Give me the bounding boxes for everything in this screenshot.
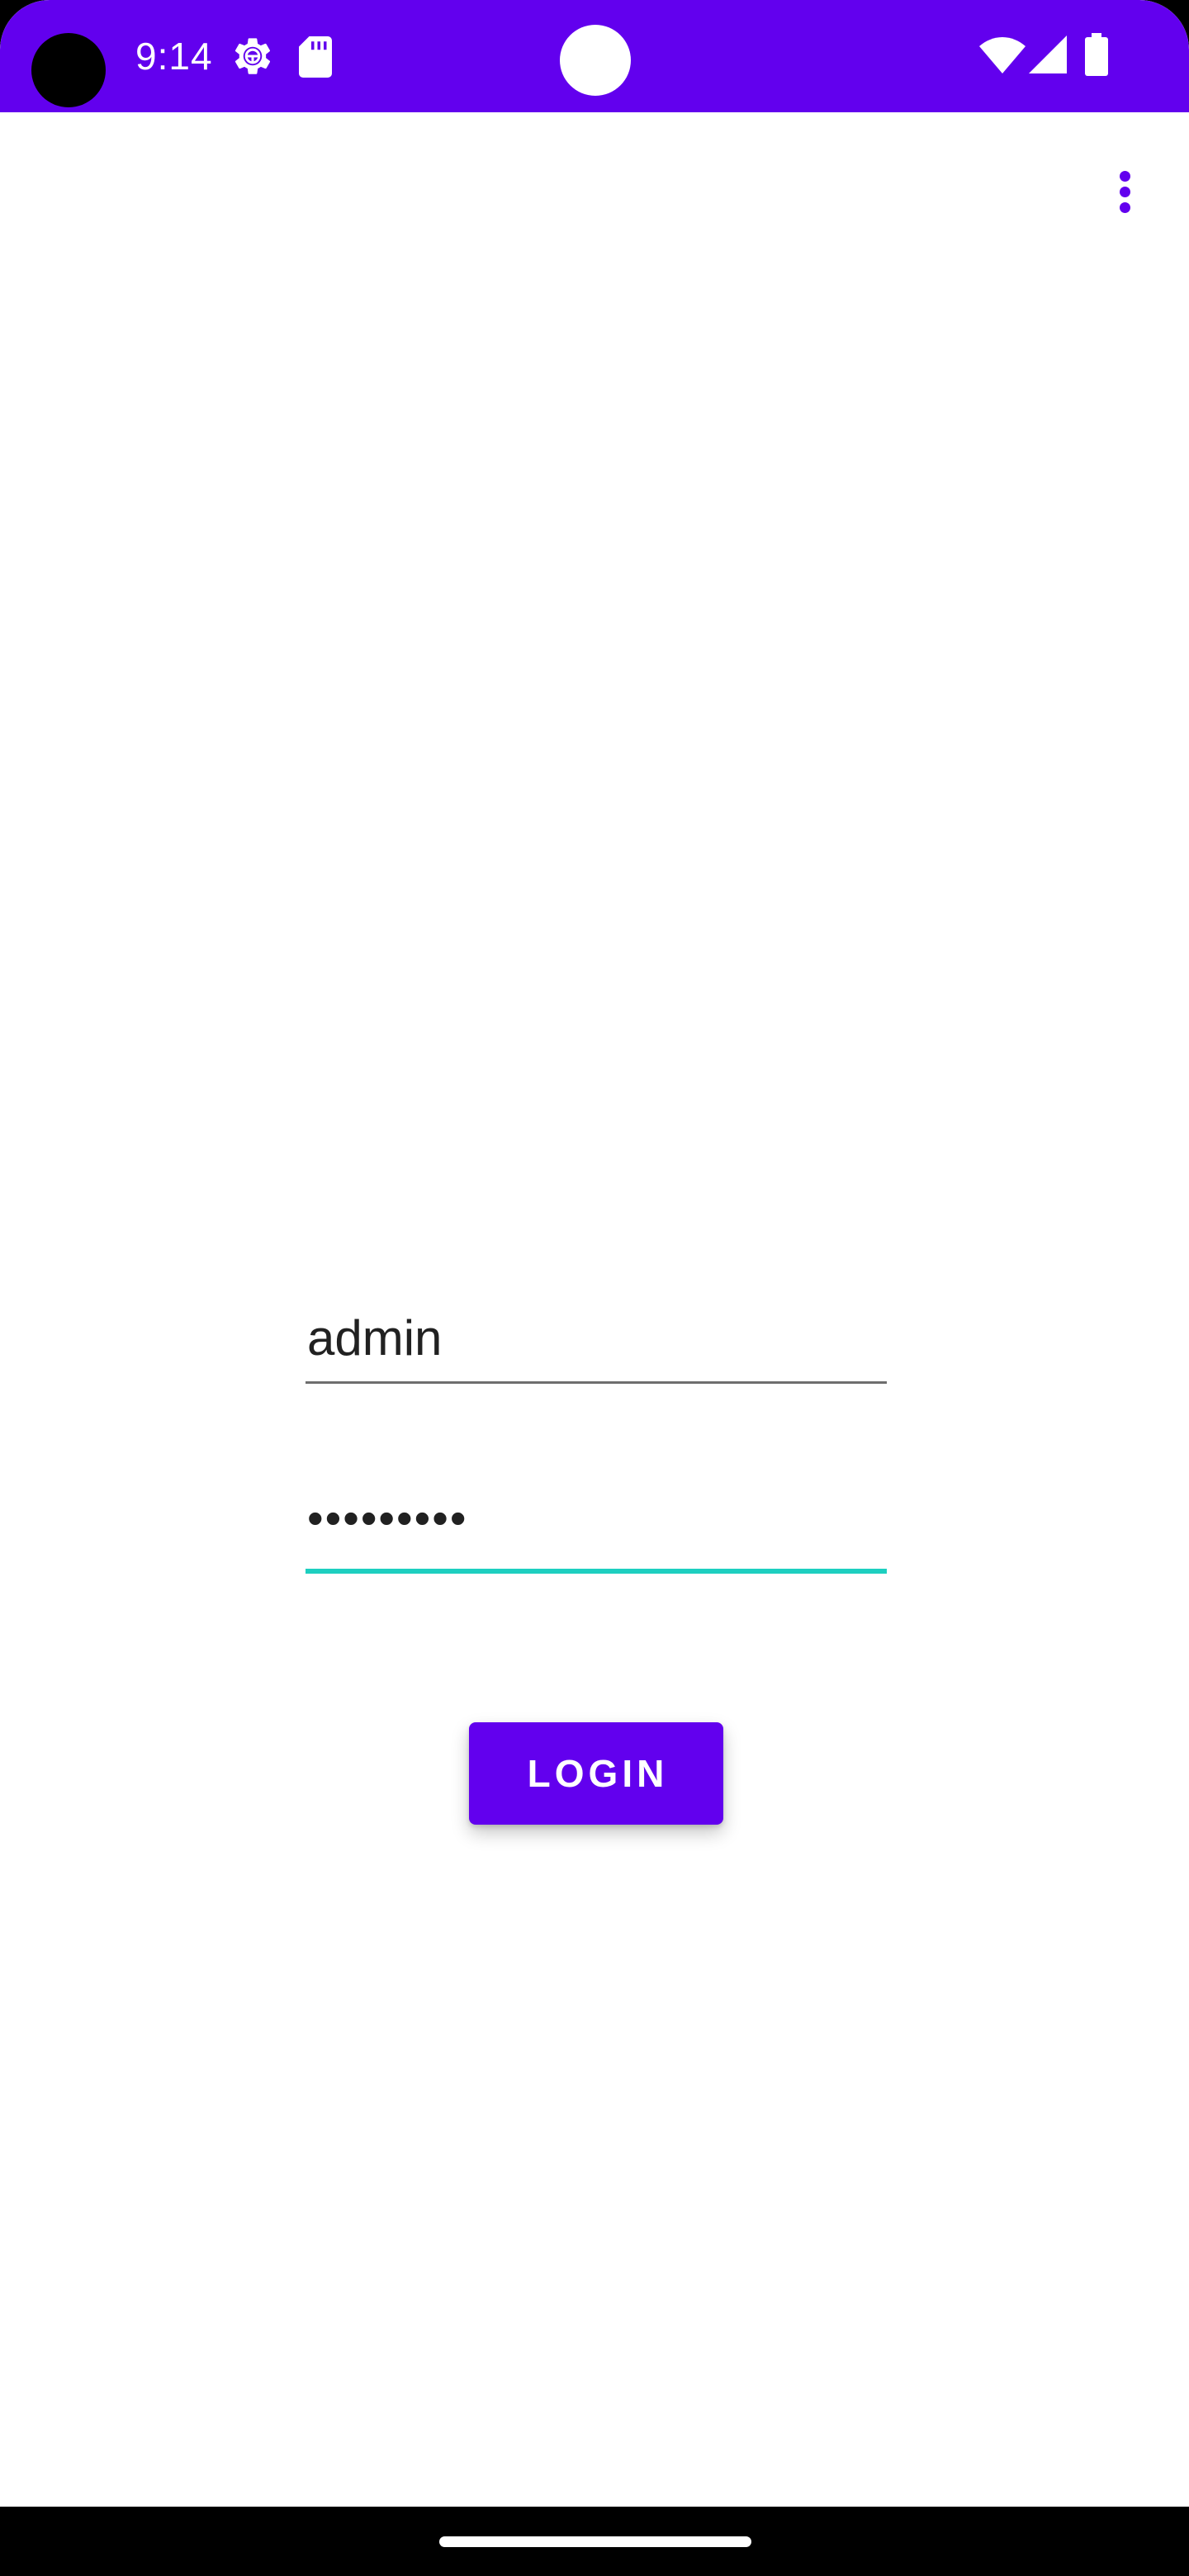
cell-signal-icon: [1029, 36, 1067, 73]
password-field[interactable]: •••••••••: [306, 1478, 887, 1574]
battery-icon: [1085, 33, 1108, 76]
password-underline-focused: [306, 1569, 887, 1574]
login-button[interactable]: LOGIN: [469, 1722, 723, 1825]
camera-cutout: [31, 33, 106, 107]
status-clock: 9:14: [135, 35, 213, 78]
more-vert-icon-dot: [1119, 186, 1130, 197]
status-center-dot: [560, 25, 631, 96]
more-vert-icon-dot: [1119, 201, 1130, 213]
navigation-bar: [0, 2507, 1189, 2576]
gear-icon: [234, 38, 271, 74]
home-gesture-handle[interactable]: [439, 2536, 751, 2547]
more-vert-icon: [1119, 170, 1130, 182]
username-underline: [306, 1381, 887, 1384]
password-value: •••••••••: [307, 1492, 468, 1544]
overflow-menu-button[interactable]: [1090, 157, 1159, 226]
app-screen: 9:14 admin ••••••••• LOGIN: [0, 0, 1189, 2576]
wifi-icon: [979, 37, 1026, 73]
sd-card-icon: [299, 36, 332, 78]
username-value: admin: [307, 1310, 443, 1366]
username-field[interactable]: admin: [306, 1296, 887, 1384]
status-bar: 9:14: [0, 0, 1189, 112]
